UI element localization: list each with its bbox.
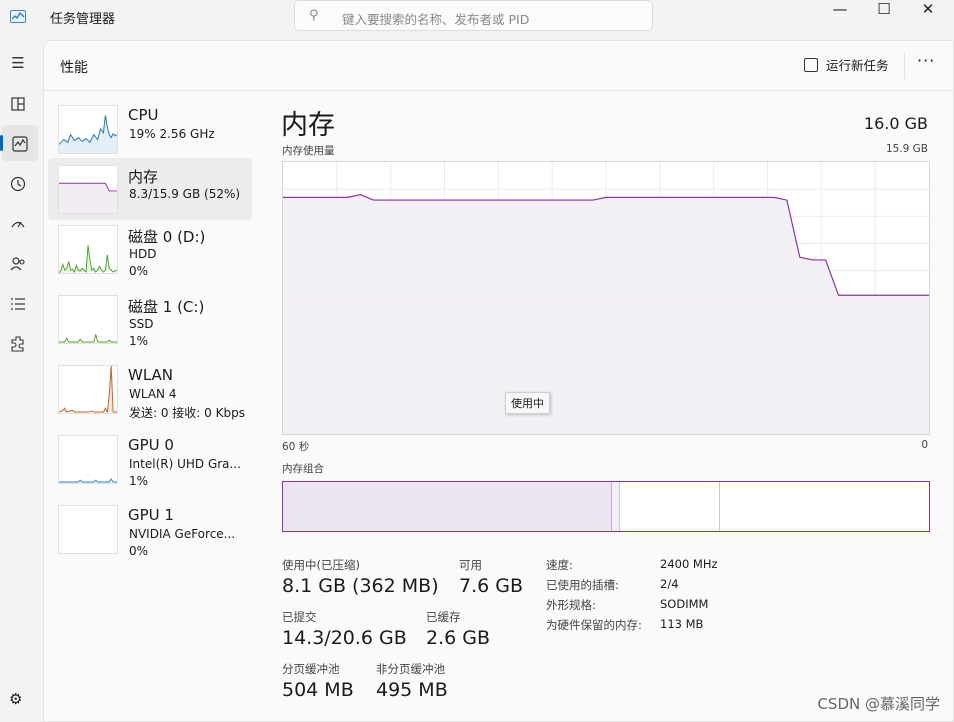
slots-key: 已使用的插槽: — [546, 578, 619, 592]
paged-pool-value: 504 MB — [282, 679, 354, 701]
available-label: 可用 — [459, 558, 482, 572]
app-history-icon[interactable] — [0, 165, 36, 201]
composition-standby — [620, 482, 721, 531]
details-icon[interactable] — [0, 285, 36, 321]
title-bar: 任务管理器 ⚲ 键入要搜索的名称、发布者或 PID — ☐ ✕ — [0, 0, 954, 40]
in-use-value: 8.1 GB (362 MB) — [282, 575, 439, 597]
in-use-label: 使用中(已压缩) — [282, 558, 360, 572]
search-icon: ⚲ — [309, 8, 319, 23]
device-name: GPU 1 — [128, 506, 174, 524]
memory-usage-max: 15.9 GB — [885, 143, 928, 155]
device-detail: HDD — [129, 247, 157, 261]
watermark: CSDN @慕溪同学 — [817, 695, 940, 713]
memory-composition-label: 内存组合 — [282, 463, 324, 475]
search-placeholder: 键入要搜索的名称、发布者或 PID — [342, 12, 530, 27]
app-title: 任务管理器 — [50, 12, 116, 27]
composition-modified — [612, 482, 621, 531]
memory-title: 内存 — [281, 110, 335, 141]
device-name: 磁盘 1 (C:) — [128, 298, 205, 316]
device-name: GPU 0 — [128, 436, 174, 454]
performance-icon[interactable] — [0, 125, 38, 161]
device-thumbnail — [58, 295, 118, 344]
minimize-button[interactable]: — — [817, 0, 863, 24]
device-detail: 19% 2.56 GHz — [129, 127, 215, 141]
device-item-disk-1[interactable]: 磁盘 1 (C:) SSD 1% — [48, 288, 252, 350]
users-icon[interactable] — [0, 245, 36, 281]
device-detail: SSD — [129, 317, 154, 331]
device-detail: WLAN 4 — [129, 387, 177, 401]
time-axis-left: 60 秒 — [282, 441, 310, 453]
performance-panel: 性能 运行新任务 ··· CPU 19% 2.56 GHz 内存 8.3/15.… — [43, 40, 954, 722]
device-thumbnail — [58, 225, 118, 274]
device-usage: 1% — [129, 474, 149, 488]
run-new-task-label: 运行新任务 — [826, 58, 889, 73]
paged-pool-label: 分页缓冲池 — [282, 662, 340, 676]
device-item-wlan[interactable]: WLAN WLAN 4 发送: 0 接收: 0 Kbps — [48, 358, 252, 420]
device-name: CPU — [128, 106, 159, 124]
speed-value: 2400 MHz — [660, 557, 718, 571]
device-thumbnail — [58, 505, 118, 554]
new-task-icon — [804, 58, 818, 72]
memory-usage-label: 内存使用量 — [282, 145, 335, 157]
search-input[interactable]: ⚲ 键入要搜索的名称、发布者或 PID — [294, 0, 653, 31]
device-item-gpu-1[interactable]: GPU 1 NVIDIA GeForce... 0% — [48, 498, 252, 560]
device-detail: 8.3/15.9 GB (52%) — [129, 187, 241, 201]
close-button[interactable]: ✕ — [905, 0, 951, 24]
slots-value: 2/4 — [660, 577, 679, 591]
header-divider — [44, 90, 954, 91]
memory-total: 16.0 GB — [863, 114, 928, 133]
form-factor-value: SODIMM — [660, 597, 709, 611]
composition-free — [720, 482, 929, 531]
device-thumbnail — [58, 165, 118, 214]
device-usage: 0% — [129, 264, 149, 278]
more-options-button[interactable]: ··· — [917, 51, 935, 70]
device-detail: Intel(R) UHD Gra... — [129, 457, 241, 471]
hardware-reserved-key: 为硬件保留的内存: — [546, 618, 642, 632]
device-name: WLAN — [128, 366, 174, 384]
available-value: 7.6 GB — [459, 575, 524, 597]
committed-label: 已提交 — [282, 610, 317, 624]
run-new-task-button[interactable]: 运行新任务 — [804, 55, 889, 74]
device-detail: NVIDIA GeForce... — [129, 527, 236, 541]
maximize-button[interactable]: ☐ — [861, 0, 907, 24]
services-icon[interactable] — [0, 325, 36, 361]
device-item-cpu[interactable]: CPU 19% 2.56 GHz — [48, 98, 252, 160]
composition-in-use — [283, 482, 613, 531]
device-item-gpu-0[interactable]: GPU 0 Intel(R) UHD Gra... 1% — [48, 428, 252, 490]
nonpaged-pool-value: 495 MB — [376, 679, 448, 701]
toolbar-divider — [904, 53, 905, 79]
cached-label: 已缓存 — [426, 610, 461, 624]
hamburger-icon[interactable]: ☰ — [0, 45, 36, 81]
device-name: 内存 — [128, 168, 159, 186]
device-thumbnail — [58, 365, 118, 414]
startup-icon[interactable] — [0, 205, 36, 241]
time-axis-right: 0 — [921, 439, 928, 451]
gear-icon[interactable]: ⚙ — [9, 690, 22, 708]
device-item-disk-0[interactable]: 磁盘 0 (D:) HDD 0% — [48, 218, 252, 280]
task-manager-icon — [10, 10, 26, 23]
in-use-tooltip: 使用中 — [505, 392, 550, 414]
page-title: 性能 — [60, 60, 88, 76]
device-thumbnail — [58, 435, 118, 484]
memory-usage-area — [283, 194, 929, 434]
device-usage: 0% — [129, 544, 149, 558]
device-usage: 发送: 0 接收: 0 Kbps — [129, 406, 245, 420]
device-item-memory[interactable]: 内存 8.3/15.9 GB (52%) — [48, 158, 252, 220]
speed-key: 速度: — [546, 558, 573, 572]
nonpaged-pool-label: 非分页缓冲池 — [376, 662, 445, 676]
committed-value: 14.3/20.6 GB — [282, 627, 407, 649]
cached-value: 2.6 GB — [426, 627, 491, 649]
processes-icon[interactable] — [0, 85, 36, 121]
form-factor-key: 外形规格: — [546, 598, 596, 612]
device-thumbnail — [58, 105, 118, 154]
hardware-reserved-value: 113 MB — [660, 617, 704, 631]
device-name: 磁盘 0 (D:) — [128, 228, 206, 246]
memory-usage-chart — [282, 161, 930, 435]
device-usage: 1% — [129, 334, 149, 348]
memory-composition-bar — [282, 481, 930, 532]
